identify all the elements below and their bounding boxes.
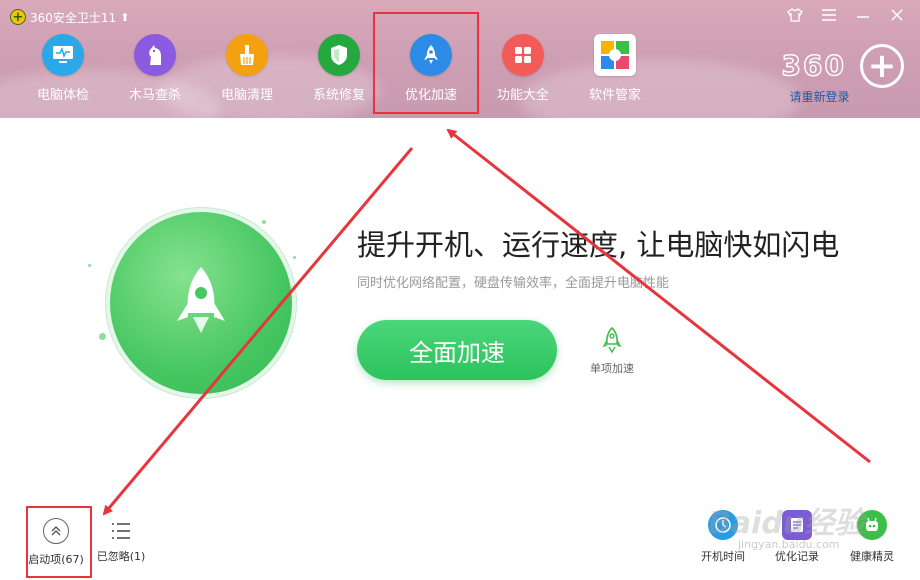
single-speed-button[interactable]: 单项加速 <box>586 326 638 376</box>
nav-label: 电脑体检 <box>36 88 89 103</box>
arrow-up-icon[interactable]: ⬆ <box>120 11 129 24</box>
account-area: 360 请重新登录 + <box>781 44 904 104</box>
menu-icon[interactable] <box>820 6 838 24</box>
nav-label: 软件管家 <box>588 88 641 103</box>
nav-item-software[interactable]: 软件管家 <box>569 30 661 110</box>
nav-label: 电脑清理 <box>220 88 273 103</box>
app-logo-icon: + <box>10 9 26 25</box>
horse-icon <box>134 34 176 76</box>
close-icon[interactable] <box>888 6 906 24</box>
rocket-icon <box>177 267 225 333</box>
hero-subtitle: 同时优化网络配置，硬盘传输效率，全面提升电脑性能 <box>357 276 670 291</box>
app-title: 360安全卫士11 <box>30 10 117 25</box>
title-bar: + 360安全卫士11 ⬆ <box>10 7 129 27</box>
nav-item-checkup[interactable]: 电脑体检 <box>17 30 109 110</box>
nav-label: 系统修复 <box>312 88 365 103</box>
tool-label: 健康精灵 <box>850 550 894 563</box>
nav-item-trojan[interactable]: 木马查杀 <box>109 30 201 110</box>
decor-dot <box>293 256 296 259</box>
full-speed-button[interactable]: 全面加速 <box>357 320 557 380</box>
chevron-up-double-icon <box>43 518 69 544</box>
shield-icon <box>318 34 360 76</box>
decor-dot <box>262 220 266 224</box>
single-speed-label: 单项加速 <box>590 362 634 375</box>
ignored-items-button[interactable]: 已忽略(1) <box>94 520 148 564</box>
rocket-icon <box>410 34 452 76</box>
nav-label: 功能大全 <box>496 88 549 103</box>
grid-icon <box>502 34 544 76</box>
rocket-outline-icon <box>602 326 622 354</box>
watermark: Baidu经验 <box>708 506 865 541</box>
startup-label: 启动项(67) <box>28 553 84 566</box>
nav-item-features[interactable]: 功能大全 <box>477 30 569 110</box>
watermark-sub: jingyan.baidu.com <box>738 538 840 551</box>
startup-items-button[interactable]: 启动项(67) <box>27 518 85 567</box>
hero-rocket-badge <box>110 212 292 394</box>
annotation-arrow <box>446 128 871 464</box>
plus-icon[interactable]: + <box>860 44 904 88</box>
decor-dot <box>99 333 106 340</box>
broom-icon <box>226 34 268 76</box>
shirt-icon[interactable] <box>786 6 804 24</box>
header-bar: + 360安全卫士11 ⬆ 电脑体检 木马查杀 电脑清理 系统修复 优化加速 功… <box>0 0 920 118</box>
flower-icon <box>594 34 636 76</box>
nav-label: 木马查杀 <box>128 88 181 103</box>
list-icon <box>109 520 133 542</box>
nav-item-optimize[interactable]: 优化加速 <box>385 30 477 110</box>
decor-dot <box>88 264 91 267</box>
hero-title: 提升开机、运行速度, 让电脑快如闪电 <box>357 228 840 262</box>
relogin-link[interactable]: 请重新登录 <box>790 88 850 105</box>
minimize-icon[interactable] <box>854 6 872 24</box>
nav-item-cleanup[interactable]: 电脑清理 <box>201 30 293 110</box>
nav-label: 优化加速 <box>404 88 457 103</box>
nav-item-repair[interactable]: 系统修复 <box>293 30 385 110</box>
window-controls <box>786 6 906 24</box>
monitor-icon <box>42 34 84 76</box>
logo-360: 360 <box>781 49 846 82</box>
ignored-label: 已忽略(1) <box>96 550 146 563</box>
